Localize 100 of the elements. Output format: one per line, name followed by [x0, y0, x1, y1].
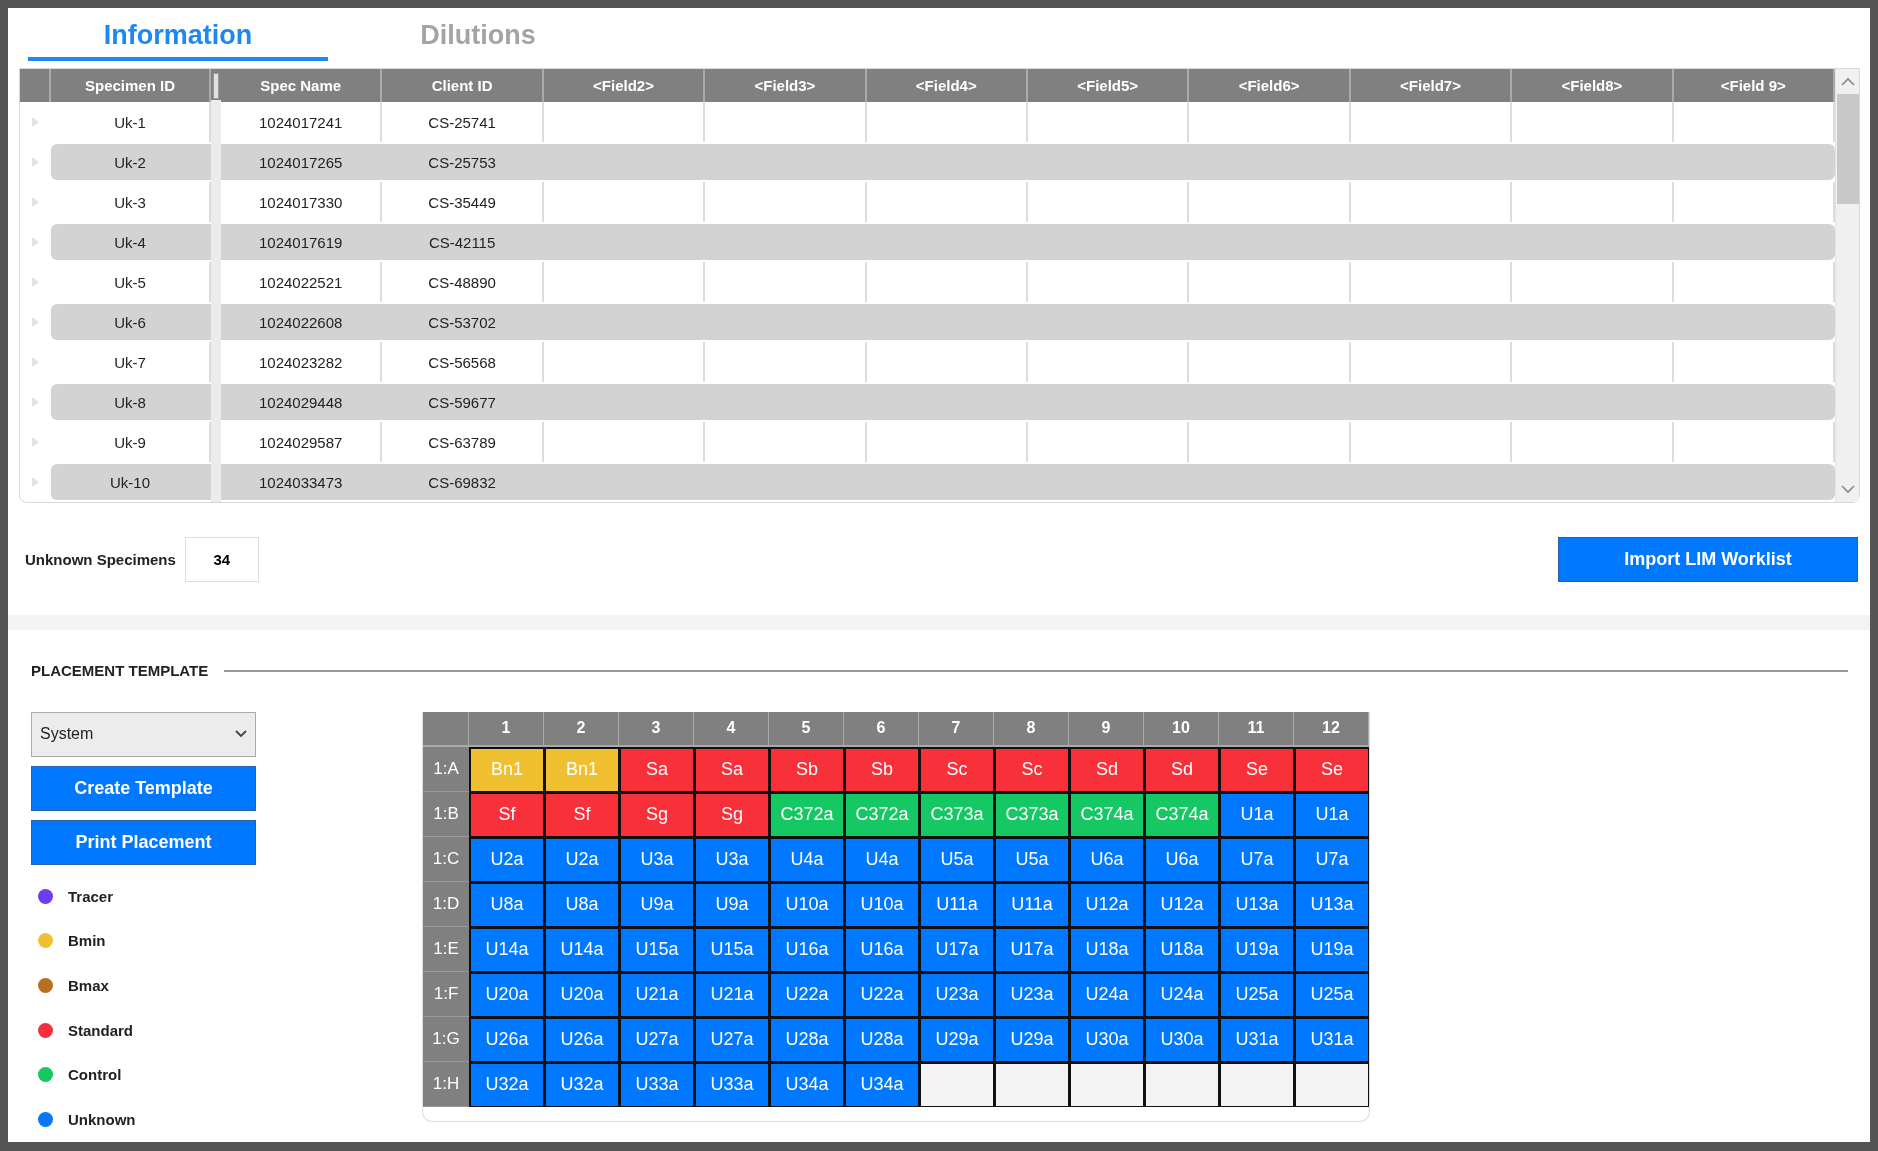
- table-row[interactable]: Uk-1 1024017241 CS-25741: [51, 102, 1835, 143]
- table-row[interactable]: Uk-4 1024017619 CS-42115: [51, 224, 1835, 261]
- table-row[interactable]: Uk-2 1024017265 CS-25753: [51, 144, 1835, 181]
- plate-well[interactable]: U11a: [921, 883, 993, 926]
- plate-well[interactable]: U16a: [771, 928, 843, 971]
- plate-well[interactable]: U34a: [771, 1063, 843, 1106]
- plate-well[interactable]: U23a: [921, 973, 993, 1016]
- plate-well[interactable]: U7a: [1296, 838, 1368, 881]
- plate-well[interactable]: U28a: [771, 1018, 843, 1061]
- column-header[interactable]: <Field8>: [1512, 69, 1674, 103]
- plate-well[interactable]: Sg: [696, 793, 768, 836]
- action-button[interactable]: Create Template: [31, 765, 256, 811]
- plate-well[interactable]: Sb: [846, 748, 918, 791]
- count-field[interactable]: 34: [184, 536, 259, 582]
- plate-well[interactable]: Sc: [996, 748, 1068, 791]
- plate-well[interactable]: U24a: [1071, 973, 1143, 1016]
- plate-well[interactable]: U20a: [546, 973, 618, 1016]
- plate-well[interactable]: U26a: [546, 1018, 618, 1061]
- column-header[interactable]: Client ID: [382, 69, 544, 103]
- plate-well[interactable]: C373a: [996, 793, 1068, 836]
- plate-well[interactable]: Sb: [771, 748, 843, 791]
- plate-well[interactable]: U14a: [471, 928, 543, 971]
- plate-well[interactable]: U17a: [921, 928, 993, 971]
- plate-well[interactable]: U6a: [1146, 838, 1218, 881]
- plate-well[interactable]: U27a: [621, 1018, 693, 1061]
- plate-well[interactable]: Sd: [1146, 748, 1218, 791]
- plate-well[interactable]: U13a: [1296, 883, 1368, 926]
- table-row[interactable]: Uk-3 1024017330 CS-35449: [51, 182, 1835, 223]
- plate-well[interactable]: U15a: [696, 928, 768, 971]
- plate-well[interactable]: U28a: [846, 1018, 918, 1061]
- plate-well[interactable]: C372a: [771, 793, 843, 836]
- plate-well[interactable]: U13a: [1221, 883, 1293, 926]
- plate-well[interactable]: U8a: [546, 883, 618, 926]
- plate-well[interactable]: Se: [1221, 748, 1293, 791]
- table-row[interactable]: Uk-5 1024022521 CS-48890: [51, 262, 1835, 303]
- plate-well[interactable]: U17a: [996, 928, 1068, 971]
- plate-well[interactable]: U19a: [1296, 928, 1368, 971]
- plate-well[interactable]: U21a: [696, 973, 768, 1016]
- plate-well[interactable]: U7a: [1221, 838, 1293, 881]
- plate-well[interactable]: Sf: [546, 793, 618, 836]
- column-header[interactable]: <Field7>: [1350, 69, 1513, 103]
- template-select[interactable]: System: [31, 711, 256, 757]
- table-row[interactable]: Uk-8 1024029448 CS-59677: [51, 384, 1835, 421]
- plate-well[interactable]: U34a: [846, 1063, 918, 1106]
- plate-well[interactable]: U30a: [1071, 1018, 1143, 1061]
- plate-well[interactable]: U1a: [1221, 793, 1293, 836]
- column-header[interactable]: <Field4>: [866, 69, 1028, 103]
- plate-well[interactable]: U33a: [696, 1063, 768, 1106]
- action-button[interactable]: Print Placement: [31, 819, 256, 865]
- plate-well[interactable]: Sa: [621, 748, 693, 791]
- plate-well[interactable]: U1a: [1296, 793, 1368, 836]
- table-row[interactable]: Uk-6 1024022608 CS-53702: [51, 304, 1835, 341]
- plate-well[interactable]: Sf: [471, 793, 543, 836]
- scroll-up-icon[interactable]: [1840, 77, 1855, 87]
- plate-well[interactable]: U3a: [621, 838, 693, 881]
- plate-well[interactable]: U26a: [471, 1018, 543, 1061]
- plate-well[interactable]: U5a: [921, 838, 993, 881]
- plate-well[interactable]: U11a: [996, 883, 1068, 926]
- column-header[interactable]: <Field3>: [705, 69, 867, 103]
- plate-well[interactable]: U15a: [621, 928, 693, 971]
- empty-well[interactable]: [1296, 1063, 1368, 1106]
- plate-well[interactable]: U16a: [846, 928, 918, 971]
- plate-well[interactable]: C374a: [1071, 793, 1143, 836]
- plate-well[interactable]: U31a: [1296, 1018, 1368, 1061]
- tab[interactable]: Information: [28, 20, 328, 62]
- plate-well[interactable]: U30a: [1146, 1018, 1218, 1061]
- import-button[interactable]: Import LIM Worklist: [1558, 536, 1858, 582]
- column-header[interactable]: <Field6>: [1189, 69, 1351, 103]
- plate-well[interactable]: U12a: [1071, 883, 1143, 926]
- plate-well[interactable]: U10a: [846, 883, 918, 926]
- plate-well[interactable]: Sd: [1071, 748, 1143, 791]
- plate-well[interactable]: U25a: [1296, 973, 1368, 1016]
- plate-well[interactable]: U2a: [546, 838, 618, 881]
- plate-well[interactable]: U25a: [1221, 973, 1293, 1016]
- plate-well[interactable]: U29a: [921, 1018, 993, 1061]
- plate-well[interactable]: U6a: [1071, 838, 1143, 881]
- plate-well[interactable]: U19a: [1221, 928, 1293, 971]
- plate-well[interactable]: U20a: [471, 973, 543, 1016]
- plate-well[interactable]: U9a: [621, 883, 693, 926]
- plate-well[interactable]: U10a: [771, 883, 843, 926]
- scrollbar[interactable]: [1835, 69, 1859, 503]
- splitter-handle[interactable]: [213, 72, 219, 99]
- plate-well[interactable]: Sg: [621, 793, 693, 836]
- plate-well[interactable]: U3a: [696, 838, 768, 881]
- plate-well[interactable]: U22a: [846, 973, 918, 1016]
- plate-well[interactable]: Sa: [696, 748, 768, 791]
- plate-well[interactable]: U24a: [1146, 973, 1218, 1016]
- plate-well[interactable]: U18a: [1146, 928, 1218, 971]
- plate-well[interactable]: U8a: [471, 883, 543, 926]
- plate-well[interactable]: U22a: [771, 973, 843, 1016]
- plate-well[interactable]: U4a: [771, 838, 843, 881]
- table-row[interactable]: Uk-7 1024023282 CS-56568: [51, 342, 1835, 383]
- plate-well[interactable]: Sc: [921, 748, 993, 791]
- plate-well[interactable]: U29a: [996, 1018, 1068, 1061]
- plate-well[interactable]: C374a: [1146, 793, 1218, 836]
- plate-well[interactable]: C373a: [921, 793, 993, 836]
- plate-well[interactable]: U31a: [1221, 1018, 1293, 1061]
- plate-well[interactable]: U4a: [846, 838, 918, 881]
- plate-well[interactable]: U32a: [471, 1063, 543, 1106]
- table-row[interactable]: Uk-10 1024033473 CS-69832: [51, 464, 1835, 501]
